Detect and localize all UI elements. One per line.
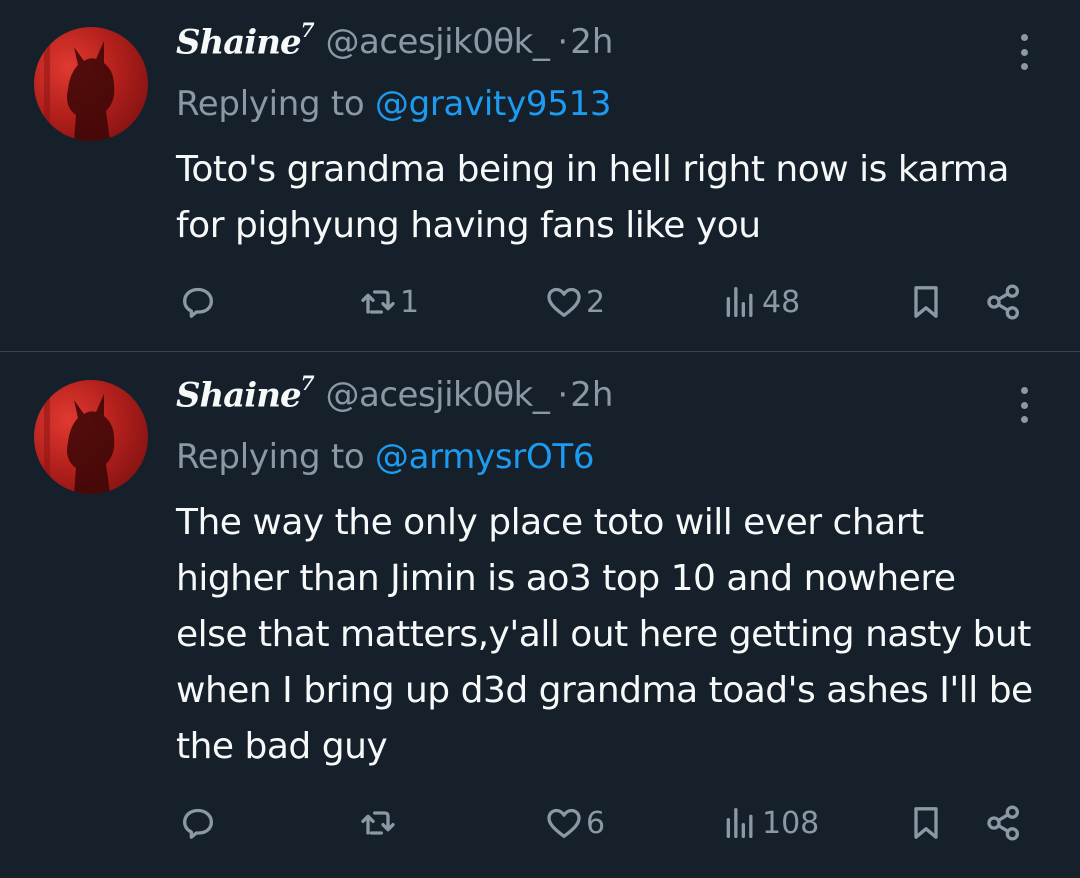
like-count: 6 — [586, 805, 606, 841]
separator: · — [557, 22, 569, 63]
separator: · — [557, 375, 569, 416]
tweet-header: Shaine7 @acesjik0θk_ · 2h — [176, 371, 613, 425]
tweet[interactable]: Shaine7 @acesjik0θk_ · 2h Replying to @a… — [0, 353, 1080, 878]
tweet-text: Toto's grandma being in hell right now i… — [176, 149, 1009, 246]
timestamp[interactable]: 2h — [570, 22, 613, 62]
views-button[interactable]: 108 — [720, 798, 819, 848]
tweet-header: Shaine7 @acesjik0θk_ · 2h — [176, 18, 613, 72]
author-name[interactable]: Shaine7 — [176, 371, 314, 415]
reply-icon — [183, 808, 213, 839]
replying-label: Replying to — [176, 84, 375, 124]
reply-button[interactable] — [178, 798, 220, 848]
retweet-button[interactable]: 1 — [358, 277, 419, 327]
avatar-silhouette — [44, 27, 115, 141]
author-handle[interactable]: @acesjik0θk_ — [326, 22, 550, 62]
views-count: 108 — [762, 805, 820, 841]
bookmark-button[interactable] — [906, 798, 946, 848]
tweet-actions: 1 2 48 — [0, 277, 1080, 327]
mention-link[interactable]: @armysrOT6 — [375, 437, 595, 477]
author-name[interactable]: Shaine7 — [176, 18, 314, 62]
heart-icon — [547, 287, 581, 317]
views-icon — [726, 808, 753, 838]
views-count: 48 — [762, 284, 801, 320]
reply-button[interactable] — [178, 277, 220, 327]
avatar-silhouette — [44, 380, 115, 494]
tweet-text: The way the only place toto will ever ch… — [176, 502, 1033, 767]
retweet-icon — [361, 811, 395, 835]
share-button[interactable] — [984, 798, 1024, 848]
like-button[interactable]: 2 — [544, 277, 605, 327]
tweet-actions: 6 108 — [0, 798, 1080, 848]
share-icon — [987, 805, 1019, 841]
reply-icon — [183, 287, 213, 318]
replying-to: Replying to @gravity9513 — [176, 84, 612, 124]
timestamp[interactable]: 2h — [570, 375, 613, 415]
avatar[interactable] — [34, 380, 148, 494]
like-count: 2 — [586, 284, 606, 320]
share-button[interactable] — [984, 277, 1024, 327]
share-icon — [987, 284, 1019, 320]
views-button[interactable]: 48 — [720, 277, 800, 327]
tweet[interactable]: Shaine7 @acesjik0θk_ · 2h Replying to @g… — [0, 0, 1080, 352]
views-icon — [726, 287, 753, 317]
bookmark-icon — [914, 286, 938, 318]
heart-icon — [547, 808, 581, 838]
bookmark-icon — [914, 807, 938, 839]
mention-link[interactable]: @gravity9513 — [375, 84, 612, 124]
more-icon[interactable] — [1016, 34, 1032, 70]
retweet-icon — [361, 290, 395, 314]
author-handle[interactable]: @acesjik0θk_ — [326, 375, 550, 415]
retweet-count: 1 — [400, 284, 420, 320]
retweet-button[interactable] — [358, 798, 400, 848]
bookmark-button[interactable] — [906, 277, 946, 327]
more-icon[interactable] — [1016, 387, 1032, 423]
avatar[interactable] — [34, 27, 148, 141]
replying-to: Replying to @armysrOT6 — [176, 437, 595, 477]
tweet-feed: Shaine7 @acesjik0θk_ · 2h Replying to @g… — [0, 0, 1080, 878]
like-button[interactable]: 6 — [544, 798, 605, 848]
replying-label: Replying to — [176, 437, 375, 477]
